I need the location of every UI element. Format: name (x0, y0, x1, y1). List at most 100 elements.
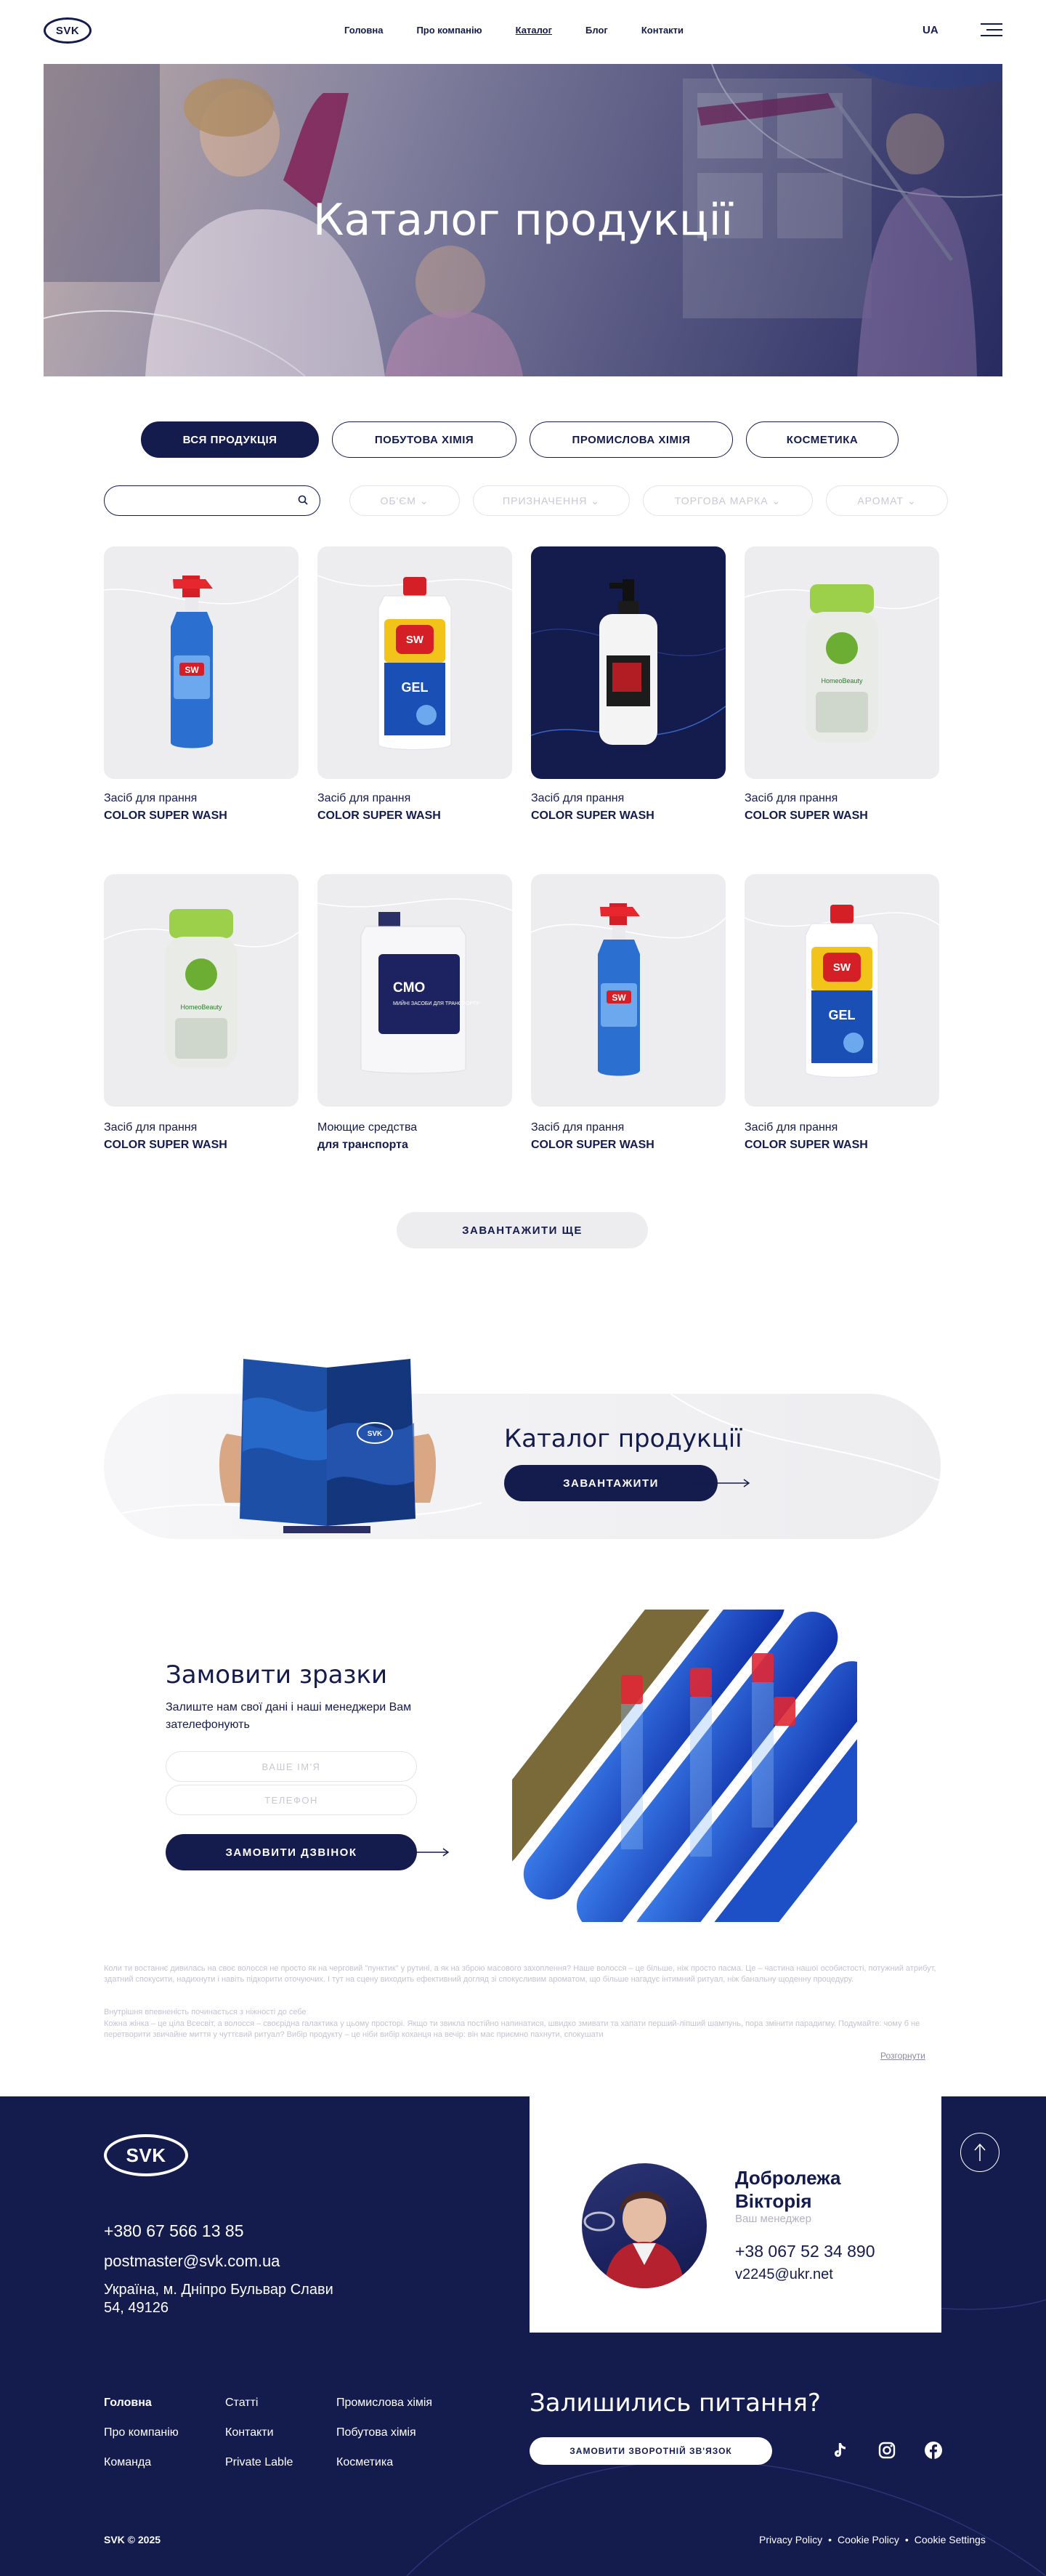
product-category: Засіб для прання (317, 792, 411, 804)
product-category: Засіб для прання (104, 1121, 198, 1134)
nav-catalog[interactable]: Каталог (516, 25, 552, 36)
language-switcher[interactable]: UA (923, 24, 938, 36)
product-card[interactable] (531, 546, 726, 779)
download-catalog-button[interactable]: ЗАВАНТАЖИТИ (504, 1465, 718, 1501)
name-field[interactable]: ВАШЕ ІМ'Я (166, 1751, 417, 1782)
manager-email[interactable]: v2245@ukr.net (735, 2266, 833, 2283)
brand-label: CMO (393, 980, 425, 996)
product-category: Засіб для прання (745, 792, 838, 804)
filter-purpose[interactable]: ПРИЗНАЧЕННЯ ⌄ (473, 485, 630, 516)
footer-link-household[interactable]: Побутова хімія (336, 2426, 432, 2439)
manager-phone[interactable]: +38 067 52 34 890 (735, 2242, 875, 2261)
legal-links: Privacy Policy • Cookie Policy • Cookie … (759, 2534, 986, 2545)
load-more-button[interactable]: ЗАВАНТАЖИТИ ЩЕ (397, 1212, 648, 1248)
product-category: Засіб для прання (745, 1121, 838, 1134)
callback-button[interactable]: ЗАМОВИТИ ЗВОРОТНІЙ ЗВ'ЯЗОК (530, 2437, 772, 2465)
footer-nav-col-2: Статті Контакти Private Lable (225, 2397, 293, 2486)
privacy-policy-link[interactable]: Privacy Policy (759, 2534, 822, 2545)
logo-text: SVK (126, 2144, 166, 2166)
questions-title: Залишились питання? (530, 2389, 821, 2418)
product-type-label: GEL (401, 680, 428, 695)
hero-banner: Каталог продукції (44, 64, 1002, 376)
arrow-right-icon (690, 1479, 750, 1487)
logo[interactable]: SVK (44, 17, 92, 44)
brand-label: SW (185, 665, 199, 675)
cookie-settings-link[interactable]: Cookie Settings (915, 2534, 986, 2545)
chevron-down-icon: ⌄ (419, 494, 429, 506)
product-card[interactable]: HomeoBeauty (104, 874, 299, 1107)
filter-volume[interactable]: ОБ'ЄМ ⌄ (349, 485, 460, 516)
footer-link-about[interactable]: Про компанію (104, 2426, 179, 2439)
product-card[interactable]: SW (531, 874, 726, 1107)
search-icon[interactable] (298, 495, 308, 505)
seo-paragraph: Кожна жінка – це ціла Всесвіт, а волосся… (104, 2019, 920, 2039)
phone-field[interactable]: ТЕЛЕФОН (166, 1785, 417, 1815)
product-category: Моющие средства (317, 1121, 418, 1134)
facebook-icon[interactable] (921, 2438, 946, 2463)
footer-link-home[interactable]: Головна (104, 2397, 179, 2409)
footer-address: Україна, м. Дніпро Бульвар Слави 54, 491… (104, 2282, 333, 2316)
copyright: SVK © 2025 (104, 2534, 161, 2545)
product-card[interactable]: HomeoBeauty (745, 546, 939, 779)
order-samples-title: Замовити зразки (166, 1660, 388, 1689)
main-nav: Головна Про компанію Каталог Блог Контак… (344, 25, 684, 36)
site-footer: SVK +380 67 566 13 85 postmaster@svk.com… (0, 2096, 1046, 2576)
filter-bar: ОБ'ЄМ ⌄ ПРИЗНАЧЕННЯ ⌄ ТОРГОВА МАРКА ⌄ АР… (349, 485, 948, 516)
tiktok-icon[interactable] (828, 2438, 853, 2463)
expand-text-link[interactable]: Розгорнути (880, 2051, 925, 2061)
instagram-icon[interactable] (875, 2438, 899, 2463)
product-name[interactable]: COLOR SUPER WASH (745, 809, 868, 823)
product-card[interactable]: SW GEL (745, 874, 939, 1107)
brand-label: SW (833, 961, 851, 974)
cookie-policy-link[interactable]: Cookie Policy (838, 2534, 899, 2545)
product-name[interactable]: COLOR SUPER WASH (745, 1139, 868, 1152)
footer-link-team[interactable]: Команда (104, 2456, 179, 2468)
search-input[interactable] (104, 485, 320, 516)
product-name[interactable]: COLOR SUPER WASH (531, 809, 654, 823)
product-name[interactable]: COLOR SUPER WASH (104, 1139, 227, 1152)
product-name[interactable]: для транспорта (317, 1139, 408, 1152)
footer-link-cosmetics[interactable]: Косметика (336, 2456, 432, 2468)
tab-cosmetics[interactable]: КОСМЕТИКА (746, 421, 899, 458)
nav-about[interactable]: Про компанію (416, 25, 482, 36)
product-name[interactable]: COLOR SUPER WASH (531, 1139, 654, 1152)
product-image-spray: SW (531, 903, 726, 1076)
product-type-label: МИЙНІ ЗАСОБИ ДЛЯ ТРАНСПОРТУ (393, 1000, 479, 1006)
request-call-button[interactable]: ЗАМОВИТИ ДЗВІНОК (166, 1834, 417, 1870)
nav-contacts[interactable]: Контакти (641, 25, 684, 36)
category-tabs: ВСЯ ПРОДУКЦІЯ ПОБУТОВА ХІМІЯ ПРОМИСЛОВА … (141, 421, 899, 458)
tab-industrial-chemicals[interactable]: ПРОМИСЛОВА ХІМІЯ (530, 421, 733, 458)
nav-home[interactable]: Головна (344, 25, 383, 36)
scroll-to-top-button[interactable] (960, 2133, 1000, 2172)
footer-phone[interactable]: +380 67 566 13 85 (104, 2221, 244, 2241)
footer-logo[interactable]: SVK (104, 2134, 188, 2176)
footer-link-contacts[interactable]: Контакти (225, 2426, 293, 2439)
tab-household-chemicals[interactable]: ПОБУТОВА ХІМІЯ (332, 421, 516, 458)
filter-label: АРОМАТ (857, 495, 904, 506)
menu-icon[interactable] (981, 22, 1002, 38)
product-image-spray: SW (104, 575, 299, 748)
filter-aroma[interactable]: АРОМАТ ⌄ (826, 485, 948, 516)
bottles-image (512, 1610, 857, 1922)
product-name[interactable]: COLOR SUPER WASH (104, 809, 227, 823)
product-type-label: GEL (828, 1008, 855, 1022)
filter-brand[interactable]: ТОРГОВА МАРКА ⌄ (643, 485, 813, 516)
product-card[interactable]: SW GEL (317, 546, 512, 779)
footer-nav-col-1: Головна Про компанію Команда (104, 2397, 179, 2486)
product-name[interactable]: COLOR SUPER WASH (317, 809, 441, 823)
footer-email[interactable]: postmaster@svk.com.ua (104, 2252, 280, 2271)
manager-role: Ваш менеджер (735, 2213, 811, 2225)
tab-all-products[interactable]: ВСЯ ПРОДУКЦІЯ (141, 421, 319, 458)
product-image-soap (531, 579, 726, 745)
product-image-jar: HomeoBeauty (104, 909, 299, 1067)
product-image-jar: HomeoBeauty (745, 584, 939, 743)
separator: • (828, 2534, 832, 2545)
chevron-down-icon: ⌄ (907, 494, 917, 506)
product-card[interactable]: SW (104, 546, 299, 779)
product-image-gel: SW GEL (745, 905, 939, 1078)
footer-link-private-label[interactable]: Private Lable (225, 2456, 293, 2468)
product-card[interactable]: CMO МИЙНІ ЗАСОБИ ДЛЯ ТРАНСПОРТУ (317, 874, 512, 1107)
footer-link-articles[interactable]: Статті (225, 2397, 293, 2409)
footer-link-industrial[interactable]: Промислова хімія (336, 2397, 432, 2409)
nav-blog[interactable]: Блог (585, 25, 608, 36)
